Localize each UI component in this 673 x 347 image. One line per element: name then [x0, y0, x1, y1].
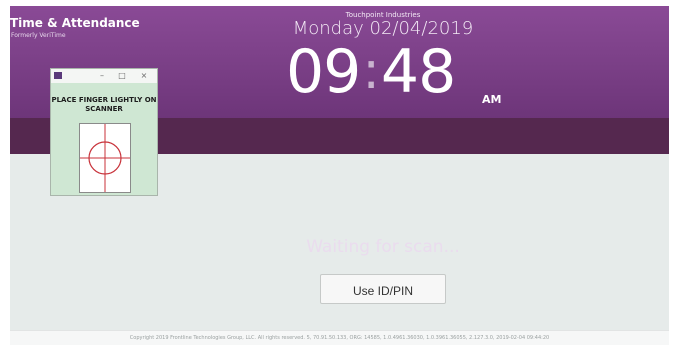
copyright-text: Copyright 2019 Frontline Technologies Gr…	[129, 335, 550, 341]
brand-title: Time & Attendance	[10, 16, 140, 30]
app-window: Time & Attendance Formerly VeriTime Touc…	[10, 6, 669, 345]
clock-ampm: AM	[482, 93, 502, 106]
app-logo-icon	[54, 72, 62, 79]
use-id-pin-button[interactable]: Use ID/PIN	[320, 274, 446, 304]
clock-hours: 09	[286, 37, 361, 107]
clock-minutes: 48	[380, 37, 456, 107]
fingerprint-target	[79, 123, 131, 193]
maximize-icon[interactable]: □	[115, 70, 129, 82]
brand-subtitle: Formerly VeriTime	[11, 32, 66, 39]
scanner-popup-window: – □ × PLACE FINGER LIGHTLY ON SCANNER	[50, 68, 158, 196]
clock-separator: :	[362, 41, 380, 101]
footer: Copyright 2019 Frontline Technologies Gr…	[10, 330, 669, 345]
popup-titlebar[interactable]: – □ ×	[51, 69, 157, 83]
clock-display: 09:48	[286, 36, 456, 107]
minimize-icon[interactable]: –	[95, 70, 109, 82]
scanner-instruction: PLACE FINGER LIGHTLY ON SCANNER	[51, 96, 157, 113]
status-message: Waiting for scan...	[306, 237, 460, 257]
close-icon[interactable]: ×	[137, 70, 151, 82]
crosshair-icon	[80, 124, 130, 192]
